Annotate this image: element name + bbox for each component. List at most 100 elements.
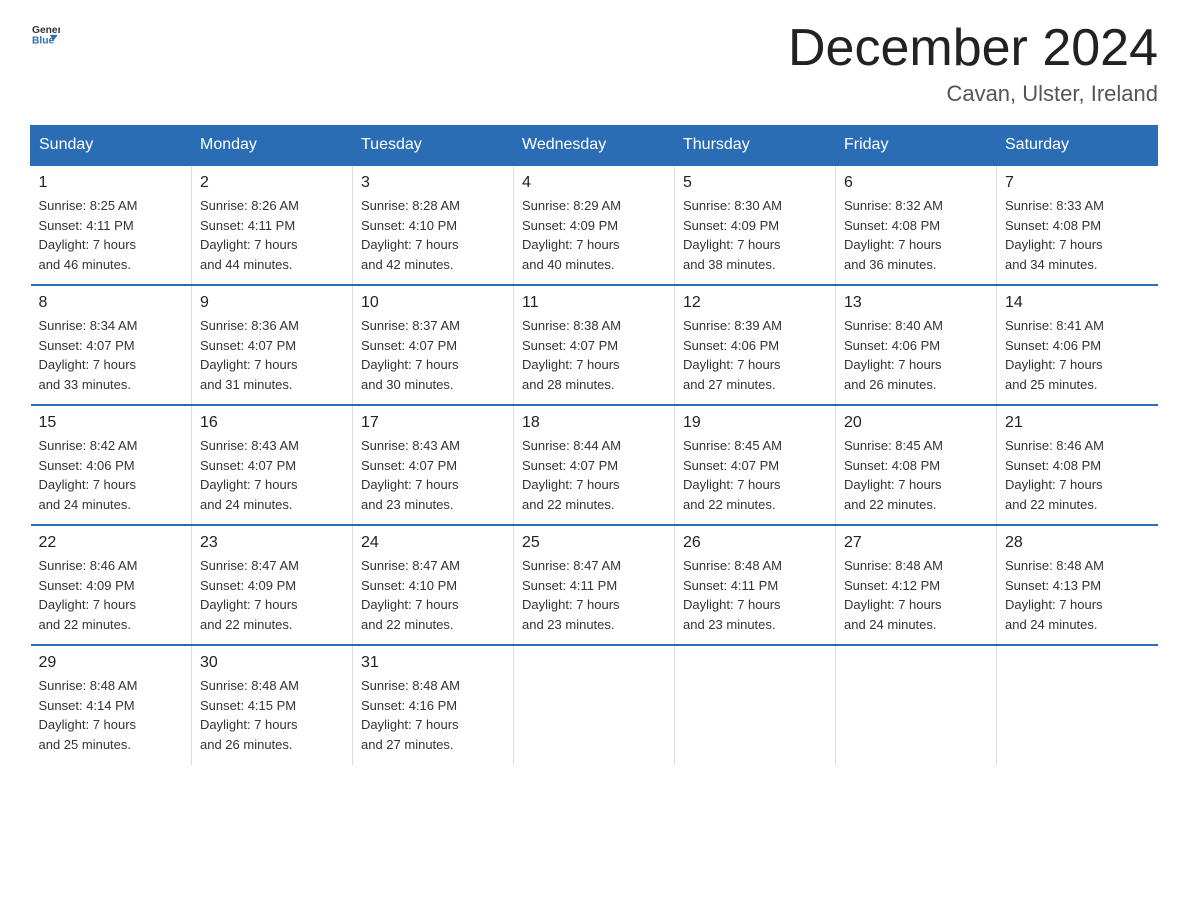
day-cell: 7 Sunrise: 8:33 AM Sunset: 4:08 PM Dayli… — [997, 165, 1158, 285]
day-info: Sunrise: 8:48 AM Sunset: 4:16 PM Dayligh… — [361, 676, 505, 754]
day-cell: 25 Sunrise: 8:47 AM Sunset: 4:11 PM Dayl… — [514, 525, 675, 645]
day-cell: 6 Sunrise: 8:32 AM Sunset: 4:08 PM Dayli… — [836, 165, 997, 285]
day-cell: 19 Sunrise: 8:45 AM Sunset: 4:07 PM Dayl… — [675, 405, 836, 525]
day-cell: 4 Sunrise: 8:29 AM Sunset: 4:09 PM Dayli… — [514, 165, 675, 285]
day-cell — [514, 645, 675, 765]
day-info: Sunrise: 8:28 AM Sunset: 4:10 PM Dayligh… — [361, 196, 505, 274]
day-cell: 5 Sunrise: 8:30 AM Sunset: 4:09 PM Dayli… — [675, 165, 836, 285]
svg-text:General: General — [32, 25, 60, 36]
day-cell — [997, 645, 1158, 765]
day-info: Sunrise: 8:32 AM Sunset: 4:08 PM Dayligh… — [844, 196, 988, 274]
week-row-2: 8 Sunrise: 8:34 AM Sunset: 4:07 PM Dayli… — [31, 285, 1158, 405]
day-number: 29 — [39, 654, 184, 672]
day-number: 21 — [1005, 414, 1150, 432]
day-number: 11 — [522, 294, 666, 312]
week-row-1: 1 Sunrise: 8:25 AM Sunset: 4:11 PM Dayli… — [31, 165, 1158, 285]
day-cell: 14 Sunrise: 8:41 AM Sunset: 4:06 PM Dayl… — [997, 285, 1158, 405]
day-number: 15 — [39, 414, 184, 432]
day-cell — [836, 645, 997, 765]
day-info: Sunrise: 8:44 AM Sunset: 4:07 PM Dayligh… — [522, 436, 666, 514]
day-info: Sunrise: 8:48 AM Sunset: 4:14 PM Dayligh… — [39, 676, 184, 754]
title-area: December 2024 Cavan, Ulster, Ireland — [788, 20, 1158, 107]
day-cell: 22 Sunrise: 8:46 AM Sunset: 4:09 PM Dayl… — [31, 525, 192, 645]
day-info: Sunrise: 8:45 AM Sunset: 4:08 PM Dayligh… — [844, 436, 988, 514]
day-cell — [675, 645, 836, 765]
day-info: Sunrise: 8:30 AM Sunset: 4:09 PM Dayligh… — [683, 196, 827, 274]
location: Cavan, Ulster, Ireland — [788, 81, 1158, 107]
day-number: 10 — [361, 294, 505, 312]
day-cell: 28 Sunrise: 8:48 AM Sunset: 4:13 PM Dayl… — [997, 525, 1158, 645]
day-cell: 15 Sunrise: 8:42 AM Sunset: 4:06 PM Dayl… — [31, 405, 192, 525]
day-info: Sunrise: 8:38 AM Sunset: 4:07 PM Dayligh… — [522, 316, 666, 394]
day-number: 1 — [39, 174, 184, 192]
day-number: 25 — [522, 534, 666, 552]
day-info: Sunrise: 8:48 AM Sunset: 4:15 PM Dayligh… — [200, 676, 344, 754]
day-info: Sunrise: 8:48 AM Sunset: 4:13 PM Dayligh… — [1005, 556, 1150, 634]
day-cell: 24 Sunrise: 8:47 AM Sunset: 4:10 PM Dayl… — [353, 525, 514, 645]
day-number: 28 — [1005, 534, 1150, 552]
day-info: Sunrise: 8:34 AM Sunset: 4:07 PM Dayligh… — [39, 316, 184, 394]
day-cell: 31 Sunrise: 8:48 AM Sunset: 4:16 PM Dayl… — [353, 645, 514, 765]
day-cell: 23 Sunrise: 8:47 AM Sunset: 4:09 PM Dayl… — [192, 525, 353, 645]
day-info: Sunrise: 8:41 AM Sunset: 4:06 PM Dayligh… — [1005, 316, 1150, 394]
day-number: 9 — [200, 294, 344, 312]
day-info: Sunrise: 8:26 AM Sunset: 4:11 PM Dayligh… — [200, 196, 344, 274]
day-cell: 12 Sunrise: 8:39 AM Sunset: 4:06 PM Dayl… — [675, 285, 836, 405]
day-cell: 27 Sunrise: 8:48 AM Sunset: 4:12 PM Dayl… — [836, 525, 997, 645]
header-day-sunday: Sunday — [31, 126, 192, 166]
calendar-table: SundayMondayTuesdayWednesdayThursdayFrid… — [30, 125, 1158, 765]
day-cell: 18 Sunrise: 8:44 AM Sunset: 4:07 PM Dayl… — [514, 405, 675, 525]
day-info: Sunrise: 8:33 AM Sunset: 4:08 PM Dayligh… — [1005, 196, 1150, 274]
day-number: 26 — [683, 534, 827, 552]
day-cell: 29 Sunrise: 8:48 AM Sunset: 4:14 PM Dayl… — [31, 645, 192, 765]
day-number: 27 — [844, 534, 988, 552]
calendar-body: 1 Sunrise: 8:25 AM Sunset: 4:11 PM Dayli… — [31, 165, 1158, 765]
week-row-4: 22 Sunrise: 8:46 AM Sunset: 4:09 PM Dayl… — [31, 525, 1158, 645]
day-cell: 2 Sunrise: 8:26 AM Sunset: 4:11 PM Dayli… — [192, 165, 353, 285]
day-info: Sunrise: 8:42 AM Sunset: 4:06 PM Dayligh… — [39, 436, 184, 514]
header-day-tuesday: Tuesday — [353, 126, 514, 166]
day-number: 14 — [1005, 294, 1150, 312]
day-info: Sunrise: 8:47 AM Sunset: 4:09 PM Dayligh… — [200, 556, 344, 634]
day-cell: 8 Sunrise: 8:34 AM Sunset: 4:07 PM Dayli… — [31, 285, 192, 405]
week-row-5: 29 Sunrise: 8:48 AM Sunset: 4:14 PM Dayl… — [31, 645, 1158, 765]
day-number: 4 — [522, 174, 666, 192]
day-number: 16 — [200, 414, 344, 432]
month-title: December 2024 — [788, 20, 1158, 77]
day-number: 7 — [1005, 174, 1150, 192]
day-number: 22 — [39, 534, 184, 552]
calendar-header: SundayMondayTuesdayWednesdayThursdayFrid… — [31, 126, 1158, 166]
day-number: 3 — [361, 174, 505, 192]
day-cell: 13 Sunrise: 8:40 AM Sunset: 4:06 PM Dayl… — [836, 285, 997, 405]
header-day-friday: Friday — [836, 126, 997, 166]
day-number: 12 — [683, 294, 827, 312]
day-number: 2 — [200, 174, 344, 192]
day-info: Sunrise: 8:48 AM Sunset: 4:11 PM Dayligh… — [683, 556, 827, 634]
day-number: 18 — [522, 414, 666, 432]
day-cell: 1 Sunrise: 8:25 AM Sunset: 4:11 PM Dayli… — [31, 165, 192, 285]
day-cell: 21 Sunrise: 8:46 AM Sunset: 4:08 PM Dayl… — [997, 405, 1158, 525]
day-number: 20 — [844, 414, 988, 432]
day-cell: 17 Sunrise: 8:43 AM Sunset: 4:07 PM Dayl… — [353, 405, 514, 525]
header-day-saturday: Saturday — [997, 126, 1158, 166]
day-number: 8 — [39, 294, 184, 312]
header-row: SundayMondayTuesdayWednesdayThursdayFrid… — [31, 126, 1158, 166]
day-cell: 16 Sunrise: 8:43 AM Sunset: 4:07 PM Dayl… — [192, 405, 353, 525]
day-info: Sunrise: 8:37 AM Sunset: 4:07 PM Dayligh… — [361, 316, 505, 394]
day-info: Sunrise: 8:47 AM Sunset: 4:10 PM Dayligh… — [361, 556, 505, 634]
day-cell: 3 Sunrise: 8:28 AM Sunset: 4:10 PM Dayli… — [353, 165, 514, 285]
logo-icon: General Blue — [32, 20, 60, 48]
day-cell: 9 Sunrise: 8:36 AM Sunset: 4:07 PM Dayli… — [192, 285, 353, 405]
day-info: Sunrise: 8:36 AM Sunset: 4:07 PM Dayligh… — [200, 316, 344, 394]
day-info: Sunrise: 8:46 AM Sunset: 4:09 PM Dayligh… — [39, 556, 184, 634]
page-header: General Blue December 2024 Cavan, Ulster… — [30, 20, 1158, 107]
day-info: Sunrise: 8:43 AM Sunset: 4:07 PM Dayligh… — [361, 436, 505, 514]
day-info: Sunrise: 8:39 AM Sunset: 4:06 PM Dayligh… — [683, 316, 827, 394]
week-row-3: 15 Sunrise: 8:42 AM Sunset: 4:06 PM Dayl… — [31, 405, 1158, 525]
day-info: Sunrise: 8:45 AM Sunset: 4:07 PM Dayligh… — [683, 436, 827, 514]
day-info: Sunrise: 8:25 AM Sunset: 4:11 PM Dayligh… — [39, 196, 184, 274]
day-cell: 20 Sunrise: 8:45 AM Sunset: 4:08 PM Dayl… — [836, 405, 997, 525]
day-number: 24 — [361, 534, 505, 552]
header-day-wednesday: Wednesday — [514, 126, 675, 166]
header-day-thursday: Thursday — [675, 126, 836, 166]
